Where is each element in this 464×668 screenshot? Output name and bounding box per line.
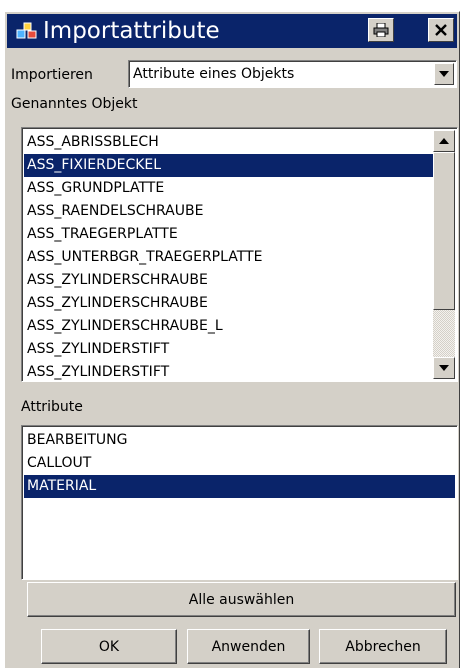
chevron-down-icon <box>439 71 449 77</box>
attribute-list-items: BEARBEITUNG CALLOUT MATERIAL <box>24 429 455 498</box>
list-item[interactable]: ASS_GRUNDPLATTE <box>24 177 433 200</box>
cancel-button[interactable]: Abbrechen <box>319 629 447 664</box>
list-item[interactable]: ASS_UNTERBGR_TRAEGERPLATTE <box>24 246 433 269</box>
apply-button[interactable]: Anwenden <box>187 629 310 664</box>
list-item[interactable]: ASS_ZYLINDERSCHRAUBE_L <box>24 315 433 338</box>
list-item-selected[interactable]: ASS_FIXIERDECKEL <box>24 154 433 177</box>
chevron-up-icon <box>439 138 449 144</box>
ok-button[interactable]: OK <box>41 629 177 664</box>
list-item-selected[interactable]: MATERIAL <box>24 475 455 498</box>
printer-icon <box>373 23 389 37</box>
list-item[interactable]: ASS_ABRISSBLECH <box>24 131 433 154</box>
list-item[interactable]: BEARBEITUNG <box>24 429 455 452</box>
attribute-listbox[interactable]: BEARBEITUNG CALLOUT MATERIAL <box>21 425 458 580</box>
object-list-label: Genanntes Objekt <box>11 96 138 112</box>
list-item[interactable]: ASS_ZYLINDERSTIFT <box>24 361 433 381</box>
attribute-list-label: Attribute <box>21 399 83 415</box>
list-item[interactable]: ASS_ZYLINDERSCHRAUBE <box>24 269 433 292</box>
list-item[interactable]: CALLOUT <box>24 452 455 475</box>
import-selected-value: Attribute eines Objekts <box>133 66 295 82</box>
window-title: Importattribute <box>43 18 220 44</box>
import-combobox[interactable]: Attribute eines Objekts <box>128 60 457 88</box>
list-item[interactable]: ASS_TRAEGERPLATTE <box>24 223 433 246</box>
object-listbox[interactable]: ASS_ABRISSBLECH ASS_FIXIERDECKEL ASS_GRU… <box>21 127 458 382</box>
ok-button-label: OK <box>98 638 120 655</box>
import-attributes-dialog: Importattribute Importieren Attribute ei… <box>4 11 460 668</box>
app-icon <box>16 22 37 39</box>
title-bar[interactable]: Importattribute <box>7 14 457 48</box>
scroll-down-button[interactable] <box>433 357 455 379</box>
close-icon <box>435 24 447 36</box>
close-button[interactable] <box>428 18 454 42</box>
select-all-button[interactable]: Alle auswählen <box>27 582 456 617</box>
scroll-up-button[interactable] <box>433 130 455 152</box>
list-item[interactable]: ASS_RAENDELSCHRAUBE <box>24 200 433 223</box>
import-label: Importieren <box>11 67 93 83</box>
object-list-items: ASS_ABRISSBLECH ASS_FIXIERDECKEL ASS_GRU… <box>24 131 433 381</box>
object-list-scrollbar[interactable] <box>433 130 455 379</box>
list-item[interactable]: ASS_ZYLINDERSTIFT <box>24 338 433 361</box>
import-dropdown-button[interactable] <box>434 63 454 85</box>
chevron-down-icon <box>439 365 449 371</box>
print-button[interactable] <box>368 18 394 42</box>
scroll-thumb[interactable] <box>433 152 455 310</box>
list-item[interactable]: ASS_ZYLINDERSCHRAUBE <box>24 292 433 315</box>
